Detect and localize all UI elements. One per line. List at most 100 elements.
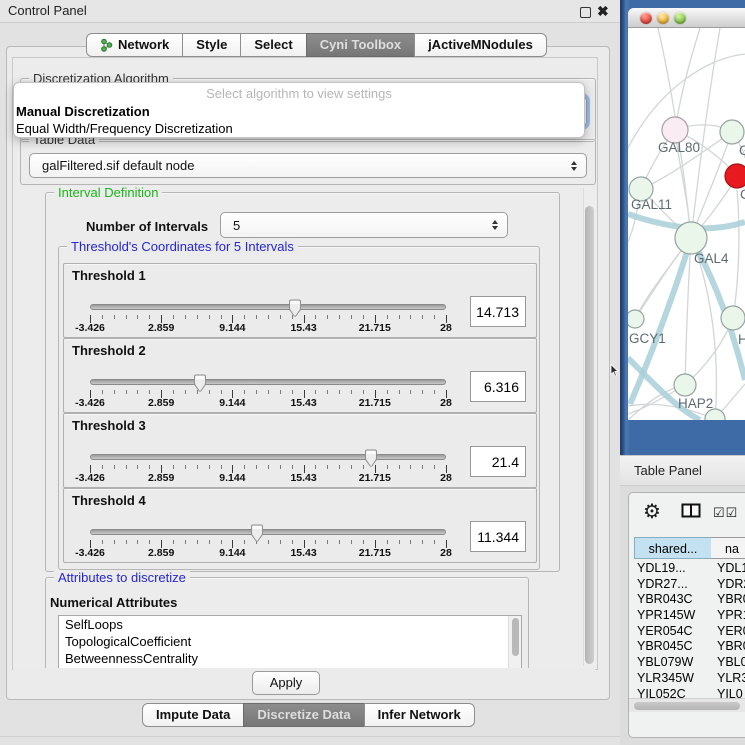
table-scrollbar-thumb[interactable]	[634, 702, 740, 710]
bottom-tab-bar: Impute Data Discretize Data Infer Network	[142, 703, 475, 727]
column-header-shared-name[interactable]: shared...	[634, 537, 712, 559]
tick-mark	[221, 390, 222, 394]
tick-mark	[137, 465, 138, 469]
control-panel: Control Panel ✖ Network Style SelectCyni T…	[0, 0, 620, 745]
tab-network[interactable]: Network	[86, 33, 183, 57]
cell-name: YBR0	[717, 639, 745, 655]
slider-track[interactable]	[90, 529, 446, 535]
network-node-gcy1[interactable]	[628, 310, 644, 328]
table-horizontal-scrollbar[interactable]	[629, 698, 745, 712]
tab-impute-data[interactable]: Impute Data	[142, 703, 244, 727]
list-item[interactable]: BetweennessCentrality	[59, 650, 521, 667]
tick-mark	[173, 540, 174, 544]
number-of-intervals-value: 5	[233, 218, 240, 233]
tick-mark	[339, 390, 340, 394]
tab-discretize-data[interactable]: Discretize Data	[243, 703, 364, 727]
table-row[interactable]: YDL19...YDL1	[629, 561, 745, 577]
table-row[interactable]: YDR27...YDR2	[629, 577, 745, 593]
tick-mark	[422, 390, 423, 394]
table-row[interactable]: YIL052CYIL0	[629, 687, 745, 699]
cell-name: YIL0	[717, 687, 743, 699]
threshold-value-field[interactable]: 6.316	[470, 371, 526, 402]
tab-jactivemnodules[interactable]: jActiveMNodules	[414, 33, 547, 57]
table-row[interactable]: YBR045CYBR0	[629, 639, 745, 655]
dropdown-option-equal-width-frequency[interactable]: Equal Width/Frequency Discretization	[14, 120, 584, 137]
float-window-icon[interactable]	[580, 7, 591, 18]
panel-scrollbar-thumb[interactable]	[585, 206, 594, 664]
network-canvas[interactable]: GAL80GCGAL11GAL4GCY1HHAP2	[628, 28, 745, 420]
tab-cyni-toolbox[interactable]: Cyni Toolbox	[306, 33, 415, 57]
tab-select[interactable]: Select	[240, 33, 306, 57]
tick-mark	[434, 540, 435, 544]
slider-thumb[interactable]	[192, 374, 208, 393]
split-view-icon[interactable]	[681, 503, 701, 523]
tick-label: -3.426	[75, 397, 105, 409]
column-header-name[interactable]: na	[711, 537, 745, 559]
tick-mark	[102, 315, 103, 319]
network-node-top-right[interactable]	[720, 120, 744, 144]
tick-mark	[149, 465, 150, 469]
tick-label: 15.43	[290, 547, 316, 559]
slider-thumb[interactable]	[249, 524, 265, 543]
network-node-gal4[interactable]	[675, 222, 707, 254]
tick-label: 2.859	[148, 322, 174, 334]
tick-label: 28	[440, 472, 452, 484]
traffic-light-close-icon[interactable]	[640, 12, 652, 24]
network-node-right-mid[interactable]	[721, 306, 745, 330]
apply-row: Apply	[13, 668, 595, 697]
traffic-light-zoom-icon[interactable]	[674, 12, 686, 24]
numerical-attributes-list[interactable]: SelfLoopsTopologicalCoefficientBetweenne…	[58, 615, 522, 670]
traffic-light-minimize-icon[interactable]	[657, 12, 669, 24]
tick-mark	[102, 390, 103, 394]
tab-label: Impute Data	[156, 704, 230, 726]
slider-track[interactable]	[90, 454, 446, 460]
list-item[interactable]: TopologicalCoefficient	[59, 633, 521, 650]
threshold-value-field[interactable]: 11.344	[470, 521, 526, 552]
table-row[interactable]: YLR345WYLR3	[629, 671, 745, 687]
table-row[interactable]: YBR043CYBR0	[629, 592, 745, 608]
number-of-intervals-combobox[interactable]: 5	[220, 212, 508, 238]
tick-label: 2.859	[148, 397, 174, 409]
slider-thumb[interactable]	[287, 299, 303, 318]
table-rows: YDL19...YDL1YDR27...YDR2YBR043CYBR0YPR14…	[629, 561, 745, 698]
slider-track[interactable]	[90, 379, 446, 385]
threshold-value-field[interactable]: 14.713	[470, 296, 526, 327]
tick-mark	[399, 540, 400, 544]
tick-mark	[149, 540, 150, 544]
table-row[interactable]: YPR145WYPR1	[629, 608, 745, 624]
slider-track[interactable]	[90, 304, 446, 310]
list-scrollbar-thumb[interactable]	[512, 618, 519, 656]
tick-mark	[256, 465, 257, 469]
tick-mark	[137, 390, 138, 394]
close-icon[interactable]: ✖	[597, 2, 609, 20]
checkbox-icon[interactable]: ☑☑	[713, 505, 738, 521]
network-node-red-node[interactable]	[725, 164, 745, 188]
attributes-legend: Attributes to discretize	[54, 570, 190, 585]
tick-mark	[137, 540, 138, 544]
tick-label: 28	[440, 397, 452, 409]
tab-label: Infer Network	[378, 704, 461, 726]
table-data-combobox[interactable]: galFiltered.sif default node	[29, 153, 587, 178]
tab-label: Style	[196, 34, 227, 56]
tab-style[interactable]: Style	[182, 33, 241, 57]
tick-label: 9.144	[219, 472, 245, 484]
control-panel-titlebar: Control Panel ✖	[0, 0, 620, 23]
tick-mark	[256, 390, 257, 394]
tick-label: 9.144	[219, 397, 245, 409]
tick-mark	[268, 465, 269, 469]
tick-mark	[173, 315, 174, 319]
list-scrollbar[interactable]	[508, 616, 521, 669]
app-root: Control Panel ✖ Network Style SelectCyni T…	[0, 0, 745, 745]
tick-mark	[292, 540, 293, 544]
table-row[interactable]: YBL079WYBL0	[629, 655, 745, 671]
network-node-hap2[interactable]	[674, 374, 696, 396]
table-row[interactable]: YER054CYER0	[629, 624, 745, 640]
tab-infer-network[interactable]: Infer Network	[364, 703, 475, 727]
dropdown-option-manual-discretization[interactable]: Manual Discretization	[14, 103, 584, 120]
list-item[interactable]: SelfLoops	[59, 616, 521, 633]
table-data-value: galFiltered.sif default node	[42, 158, 194, 173]
threshold-value-field[interactable]: 21.4	[470, 446, 526, 477]
apply-button[interactable]: Apply	[252, 671, 320, 695]
slider-thumb[interactable]	[363, 449, 379, 468]
gear-icon[interactable]: ⚙	[643, 499, 661, 525]
